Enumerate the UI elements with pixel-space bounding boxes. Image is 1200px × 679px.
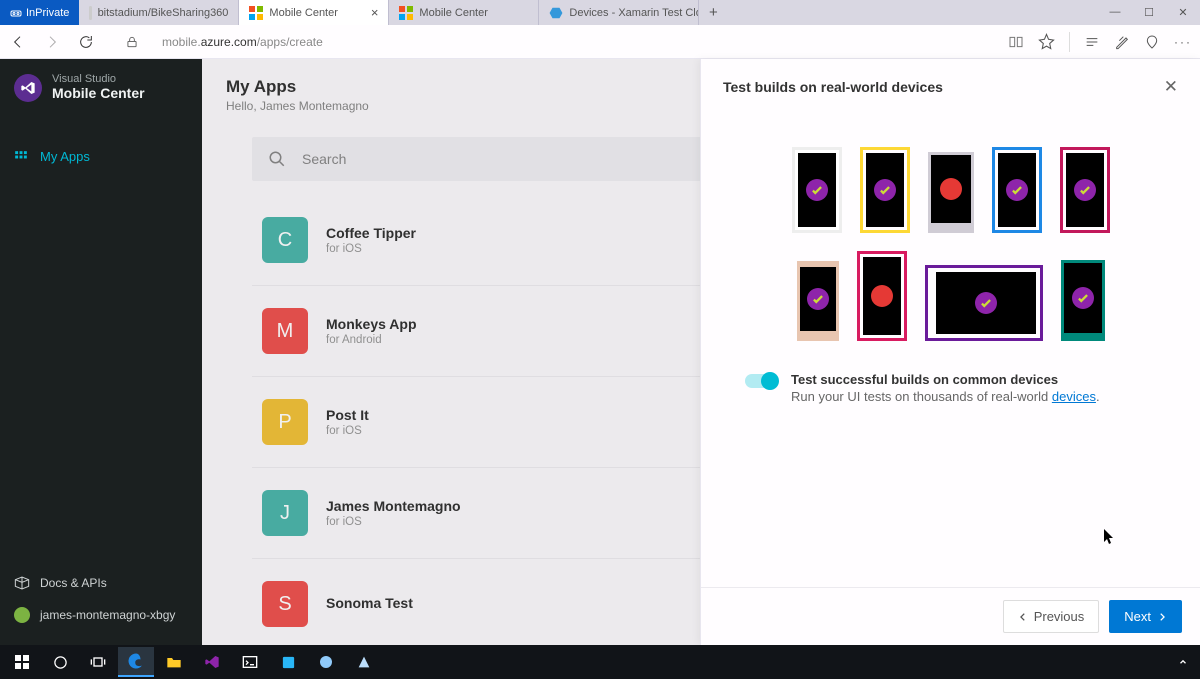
url-path: /apps/create (257, 35, 323, 49)
refresh-button[interactable] (76, 32, 96, 52)
app-name: Coffee Tipper (326, 225, 416, 241)
app-tile: P (262, 399, 308, 445)
maximize-button[interactable]: ☐ (1132, 6, 1166, 19)
tab-label: Mobile Center (269, 7, 337, 19)
url-sub: mobile. (162, 35, 201, 49)
app-tile: J (262, 490, 308, 536)
sidebar: Visual Studio Mobile Center My Apps Docs… (0, 59, 202, 645)
close-panel-button[interactable]: ✕ (1164, 77, 1178, 97)
sidebar-user-label: james-montemagno-xbgy (40, 608, 175, 622)
brand[interactable]: Visual Studio Mobile Center (0, 59, 202, 117)
button-label: Previous (1034, 609, 1085, 624)
app-platform: for iOS (326, 516, 461, 528)
tab-label: Devices - Xamarin Test Clou (569, 7, 699, 19)
panel-title: Test builds on real-world devices (723, 79, 1164, 95)
app-name: Post It (326, 407, 369, 423)
windows-taskbar (0, 645, 1200, 679)
app-name: Sonoma Test (326, 595, 413, 611)
url-domain: azure.com (201, 35, 257, 49)
browser-tab[interactable]: Mobile Center (389, 0, 539, 25)
taskbar-app-3[interactable] (346, 647, 382, 677)
search-icon (268, 150, 286, 168)
devices-illustration (701, 107, 1200, 361)
sidebar-item-user[interactable]: james-montemagno-xbgy (14, 599, 188, 631)
back-button[interactable] (8, 32, 28, 52)
browser-tab-active[interactable]: Mobile Center × (239, 0, 389, 25)
previous-button[interactable]: Previous (1003, 600, 1100, 633)
search-placeholder: Search (302, 151, 346, 167)
inprivate-badge: InPrivate (0, 0, 79, 25)
sidebar-item-label: My Apps (40, 149, 90, 164)
taskbar-terminal[interactable] (232, 647, 268, 677)
new-tab-button[interactable]: + (699, 4, 727, 21)
sidebar-item-my-apps[interactable]: My Apps (0, 137, 202, 176)
more-icon[interactable]: ··· (1174, 35, 1192, 49)
favorite-icon[interactable] (1038, 33, 1055, 50)
test-toggle[interactable] (745, 374, 777, 388)
devices-link[interactable]: devices (1052, 389, 1096, 404)
lock-icon[interactable] (122, 32, 142, 52)
test-toggle-row: Test successful builds on common devices… (701, 361, 1200, 404)
sidebar-item-label: Docs & APIs (40, 576, 107, 590)
notes-icon[interactable] (1114, 34, 1130, 50)
minimize-button[interactable]: — (1098, 6, 1132, 19)
sidebar-item-docs[interactable]: Docs & APIs (14, 567, 188, 599)
share-icon[interactable] (1144, 34, 1160, 50)
button-label: Next (1124, 609, 1151, 624)
apps-grid-icon (14, 150, 28, 164)
app-tile: S (262, 581, 308, 627)
app-name: Monkeys App (326, 316, 417, 332)
inprivate-label: InPrivate (26, 7, 69, 19)
app-name: James Montemagno (326, 498, 461, 514)
url-field[interactable]: mobile.azure.com/apps/create (162, 35, 994, 49)
xamarin-icon (549, 6, 563, 20)
toggle-title: Test successful builds on common devices (791, 372, 1058, 387)
inprivate-icon (10, 7, 22, 19)
app-tile: C (262, 217, 308, 263)
brand-subtitle: Visual Studio (52, 73, 145, 85)
reading-view-icon[interactable] (1008, 34, 1024, 50)
tab-label: bitstadium/BikeSharing360 (98, 7, 229, 19)
cortana-button[interactable] (42, 647, 78, 677)
avatar-icon (14, 607, 30, 623)
taskbar-explorer[interactable] (156, 647, 192, 677)
app-tile: M (262, 308, 308, 354)
browser-tab[interactable]: Devices - Xamarin Test Clou (539, 0, 699, 25)
taskbar-visualstudio[interactable] (194, 647, 230, 677)
close-window-button[interactable]: ✕ (1166, 6, 1200, 19)
browser-tab-strip: InPrivate bitstadium/BikeSharing360 Mobi… (0, 0, 1200, 25)
github-icon (89, 6, 91, 20)
taskbar-app-2[interactable] (308, 647, 344, 677)
mobilecenter-icon (399, 6, 413, 20)
app-platform: for Android (326, 334, 417, 346)
forward-button[interactable] (42, 32, 62, 52)
taskbar-app-1[interactable] (270, 647, 306, 677)
start-button[interactable] (4, 647, 40, 677)
window-controls: — ☐ ✕ (1098, 6, 1200, 19)
browser-tab[interactable]: bitstadium/BikeSharing360 (79, 0, 239, 25)
tray-expand-icon[interactable] (1178, 657, 1188, 667)
wizard-panel: Test builds on real-world devices ✕ (700, 59, 1200, 645)
app-platform: for iOS (326, 243, 416, 255)
tab-label: Mobile Center (419, 7, 487, 19)
mouse-cursor-icon (1104, 529, 1116, 545)
app-platform: for iOS (326, 425, 369, 437)
taskview-button[interactable] (80, 647, 116, 677)
vs-logo-icon (14, 74, 42, 102)
taskbar-edge[interactable] (118, 647, 154, 677)
hub-icon[interactable] (1084, 34, 1100, 50)
mobilecenter-icon (249, 6, 263, 20)
tab-close-icon[interactable]: × (371, 5, 379, 20)
brand-title: Mobile Center (52, 85, 145, 101)
toggle-description: Run your UI tests on thousands of real-w… (791, 389, 1100, 404)
docs-icon (14, 575, 30, 591)
next-button[interactable]: Next (1109, 600, 1182, 633)
address-bar: mobile.azure.com/apps/create ··· (0, 25, 1200, 59)
